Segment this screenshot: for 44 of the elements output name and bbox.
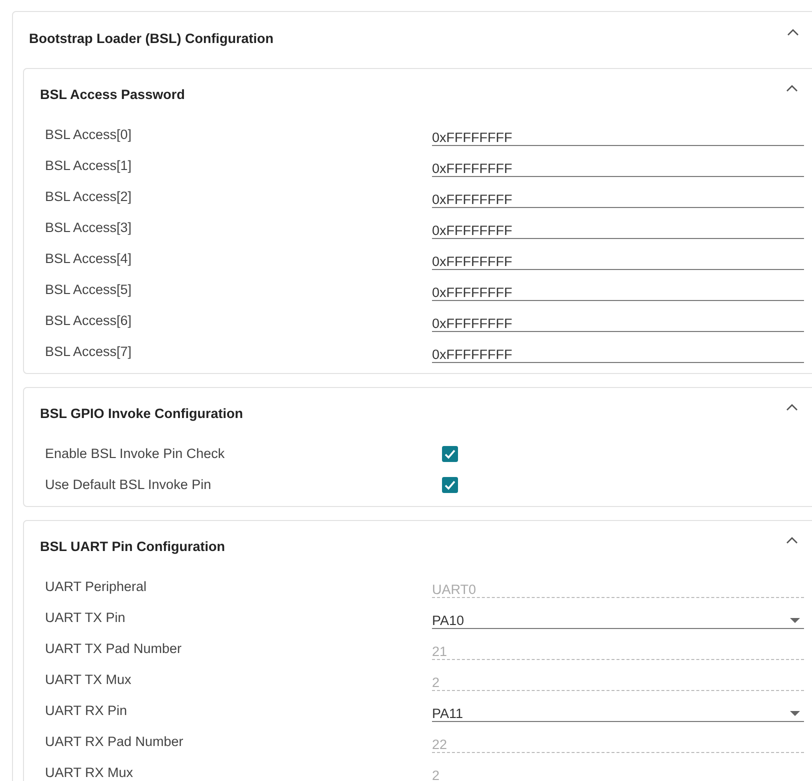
section-title: BSL UART Pin Configuration [40, 538, 225, 554]
input-field[interactable]: 0xFFFFFFFF [432, 216, 804, 238]
readonly-field: 2 [432, 762, 804, 781]
dropdown-field[interactable]: PA11 [432, 700, 804, 722]
input-field[interactable]: 0xFFFFFFFF [432, 278, 804, 300]
readonly-field: UART0 [432, 576, 804, 598]
dropdown-caret-icon [790, 710, 800, 716]
field-label: BSL Access[2] [45, 189, 133, 204]
field-label: UART Peripheral [45, 579, 148, 594]
field-label: BSL Access[7] [45, 344, 133, 359]
field-label: UART RX Pad Number [45, 734, 184, 749]
field-label: UART RX Pin [45, 703, 128, 718]
dropdown-field[interactable]: PA10 [432, 606, 804, 628]
input-field[interactable]: 0xFFFFFFFF [432, 186, 804, 208]
chevron-up-icon[interactable] [786, 403, 798, 411]
field-label: UART TX Pad Number [45, 641, 183, 656]
field-label: UART TX Pin [45, 610, 126, 625]
field-label: BSL Access[6] [45, 313, 133, 328]
input-field[interactable]: 0xFFFFFFFF [432, 340, 804, 362]
field-label: UART TX Mux [45, 672, 132, 687]
readonly-field: 2 [432, 668, 804, 690]
field-label: UART RX Mux [45, 765, 134, 780]
section-title: BSL Access Password [40, 86, 185, 102]
checkbox[interactable] [442, 446, 458, 462]
field-label: BSL Access[0] [45, 127, 133, 142]
chevron-up-icon[interactable] [787, 28, 799, 36]
readonly-field: 22 [432, 730, 804, 752]
input-field[interactable]: 0xFFFFFFFF [432, 124, 804, 146]
chevron-up-icon[interactable] [786, 536, 798, 544]
field-label: BSL Access[1] [45, 158, 133, 173]
chevron-up-icon[interactable] [786, 84, 798, 92]
input-field[interactable]: 0xFFFFFFFF [432, 154, 804, 176]
dropdown-caret-icon [790, 618, 800, 622]
checkbox[interactable] [442, 476, 458, 492]
panel-title: Bootstrap Loader (BSL) Configuration [29, 30, 274, 46]
input-field[interactable]: 0xFFFFFFFF [432, 248, 804, 270]
field-label: Use Default BSL Invoke Pin [45, 477, 212, 492]
field-label: BSL Access[4] [45, 251, 133, 266]
field-label: BSL Access[3] [45, 220, 133, 235]
field-label: BSL Access[5] [45, 282, 133, 297]
section-title: BSL GPIO Invoke Configuration [40, 406, 244, 420]
input-field[interactable]: 0xFFFFFFFF [432, 310, 804, 332]
field-label: Enable BSL Invoke Pin Check [45, 446, 226, 461]
readonly-field: 21 [432, 638, 804, 660]
